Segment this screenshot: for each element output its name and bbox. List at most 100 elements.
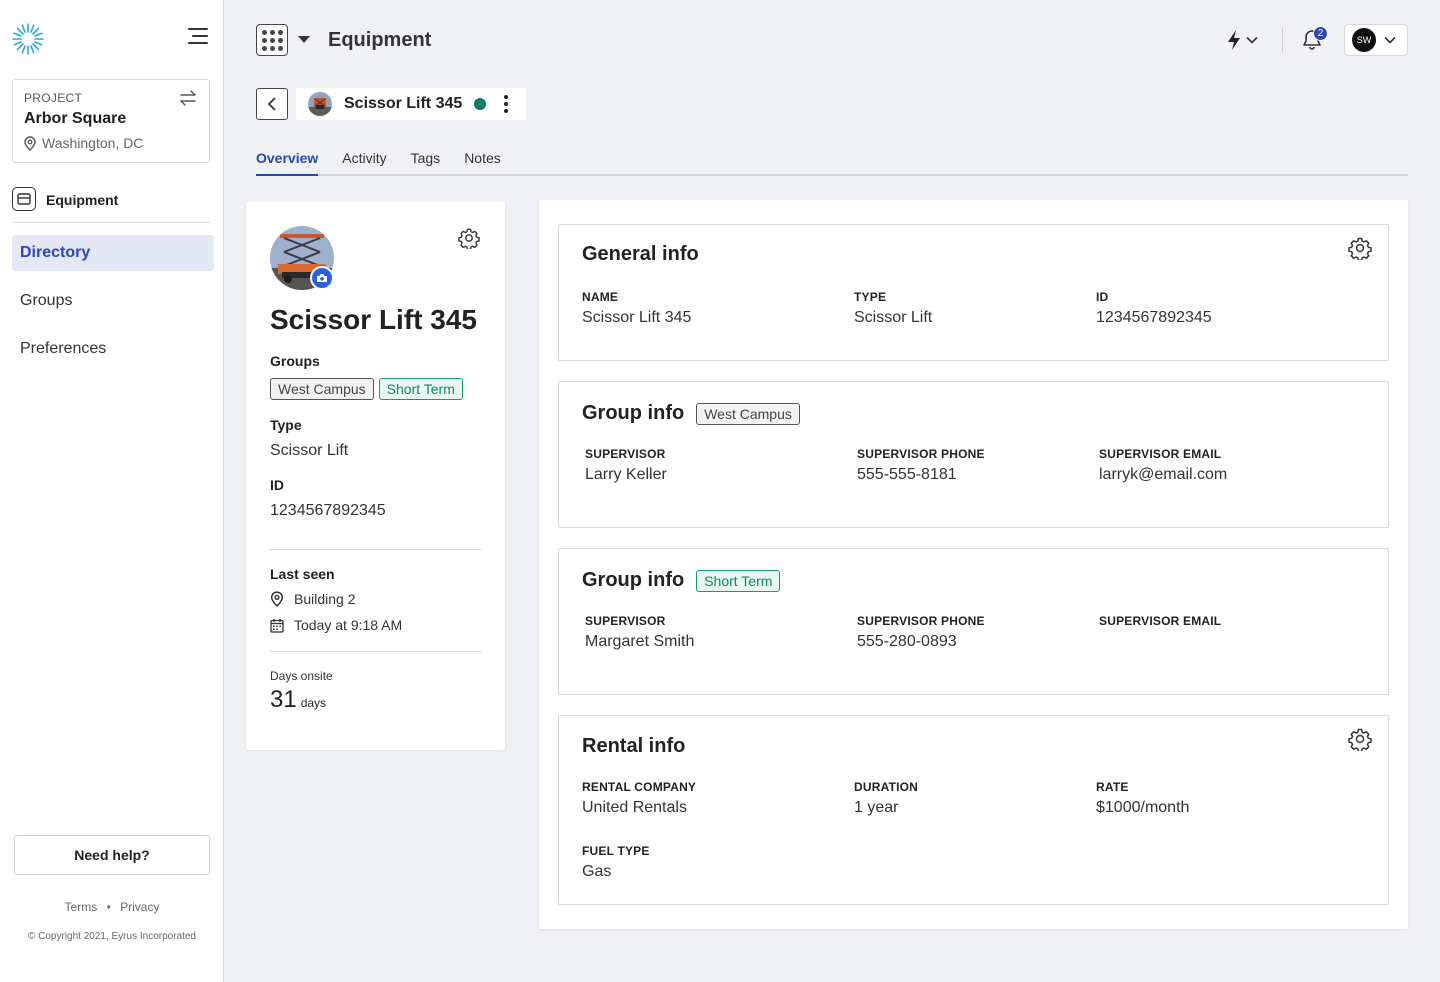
field-label: ID [1096,290,1109,304]
field-label: SUPERVISOR [585,447,666,461]
field-label: TYPE [854,290,887,304]
divider [270,549,481,550]
back-button[interactable] [256,88,288,120]
chevron-down-icon [1384,36,1396,44]
settings-gear-icon[interactable] [458,227,480,249]
notifications-button[interactable]: 2 [1300,26,1328,54]
quick-actions-button[interactable] [1226,28,1266,52]
group-tag-short-term[interactable]: Short Term [696,569,781,592]
days-onsite-label: Days onsite [270,669,333,683]
field-value: 1 year [854,799,899,816]
settings-gear-icon[interactable] [1348,727,1372,751]
days-onsite-number: 31 [270,686,297,713]
module-label: Equipment [46,192,119,208]
asset-summary-card: Scissor Lift 345 Groups West Campus Shor… [246,202,505,750]
field-value[interactable]: larryk@email.com [1099,466,1227,484]
field-value: Scissor Lift [854,309,933,326]
field-value: 555-280-0893 [857,633,957,650]
days-onsite-unit: days [300,696,327,710]
group-tag-west-campus[interactable]: West Campus [270,378,374,400]
lightning-icon [1228,30,1240,50]
swap-project-icon[interactable] [179,90,197,106]
field-label: RATE [1096,780,1129,794]
section-title: General info [582,243,699,266]
chevron-down-icon [1246,36,1258,44]
field-value: 1234567892345 [1096,309,1212,326]
field-supervisor-phone: SUPERVISOR PHONE 555-280-0893 [857,614,985,651]
project-switcher[interactable]: PROJECT Arbor Square Washington, DC [12,79,210,163]
asset-thumbnail [308,92,332,116]
rental-info-title: Rental info [582,735,686,757]
tab-notes[interactable]: Notes [464,150,501,176]
sidebar: PROJECT Arbor Square Washington, DC Equi… [0,0,224,982]
last-seen-location-text: Building 2 [294,591,356,607]
field-rental-company: RENTAL COMPANY United Rentals [582,780,696,817]
change-photo-button[interactable] [310,266,334,290]
field-value: Scissor Lift 345 [582,309,692,326]
field-label: SUPERVISOR PHONE [857,447,985,461]
terms-link[interactable]: Terms [65,900,98,914]
field-value: 555-555-8181 [857,466,957,483]
tab-activity[interactable]: Activity [342,150,386,176]
field-label: SUPERVISOR PHONE [857,614,985,628]
group-info-section-west-campus: Group info West Campus SUPERVISOR Larry … [558,381,1389,528]
sidebar-item-directory[interactable]: Directory [12,235,214,271]
last-seen-location: Building 2 [270,591,356,607]
field-value: Margaret Smith [585,633,695,650]
footer-separator: • [106,900,111,914]
group-info-title: Group info [582,569,685,591]
field-label: DURATION [854,780,919,794]
tab-tags[interactable]: Tags [411,150,441,176]
type-value: Scissor Lift [270,442,349,459]
footer-links: Terms • Privacy [0,900,224,914]
field-label: FUEL TYPE [582,844,650,858]
page-title: Equipment [328,29,432,51]
camera-icon [317,274,327,282]
group-tag-west-campus[interactable]: West Campus [696,402,800,425]
section-title: Group info West Campus [582,402,800,425]
avatar: SW [1352,28,1376,52]
group-tag-short-term[interactable]: Short Term [378,378,463,400]
field-type: TYPE Scissor Lift [854,290,932,327]
app-switcher-button[interactable] [256,24,288,56]
topbar-divider [1282,28,1283,52]
app-switcher-caret-icon[interactable] [298,36,310,43]
asset-header: Scissor Lift 345 [296,88,526,120]
tab-bar: Overview Activity Tags Notes [256,150,1408,176]
group-info-title: Group info [582,402,685,424]
field-rate: RATE $1000/month [1096,780,1189,817]
field-duration: DURATION 1 year [854,780,918,817]
field-supervisor-phone: SUPERVISOR PHONE 555-555-8181 [857,447,985,484]
need-help-button[interactable]: Need help? [14,835,210,875]
field-supervisor: SUPERVISOR Margaret Smith [585,614,694,651]
more-options-icon[interactable] [500,93,512,115]
last-seen-time: Today at 9:18 AM [270,617,402,633]
last-seen-time-text: Today at 9:18 AM [294,617,403,633]
sidebar-item-preferences[interactable]: Preferences [12,331,214,367]
map-pin-icon [270,591,284,607]
tab-overview[interactable]: Overview [256,150,319,176]
group-info-section-short-term: Group info Short Term SUPERVISOR Margare… [558,548,1389,695]
divider [270,651,481,652]
sidebar-item-groups[interactable]: Groups [12,283,214,319]
settings-gear-icon[interactable] [1348,236,1372,260]
eyrus-logo-icon[interactable] [11,22,45,56]
id-label: ID [270,477,284,493]
user-menu-button[interactable]: SW [1344,24,1408,56]
field-label: SUPERVISOR EMAIL [1099,614,1222,628]
chevron-left-icon [267,97,276,111]
field-supervisor-email: SUPERVISOR EMAIL larryk@email.com [1099,447,1227,484]
map-pin-icon [24,135,36,151]
type-label: Type [270,417,302,433]
privacy-link[interactable]: Privacy [120,900,159,914]
rental-info-section: Rental info RENTAL COMPANY United Rental… [558,715,1389,905]
field-fuel-type: FUEL TYPE Gas [582,844,650,881]
field-value: United Rentals [582,799,687,816]
asset-title: Scissor Lift 345 [270,304,477,335]
field-label: SUPERVISOR [585,614,666,628]
group-tags: West Campus Short Term [270,378,463,400]
copyright-text: © Copyright 2021, Eyrus Incorporated [27,931,196,942]
menu-toggle-icon[interactable] [186,28,210,50]
project-location: Washington, DC [24,135,198,151]
field-id: ID 1234567892345 [1096,290,1212,327]
